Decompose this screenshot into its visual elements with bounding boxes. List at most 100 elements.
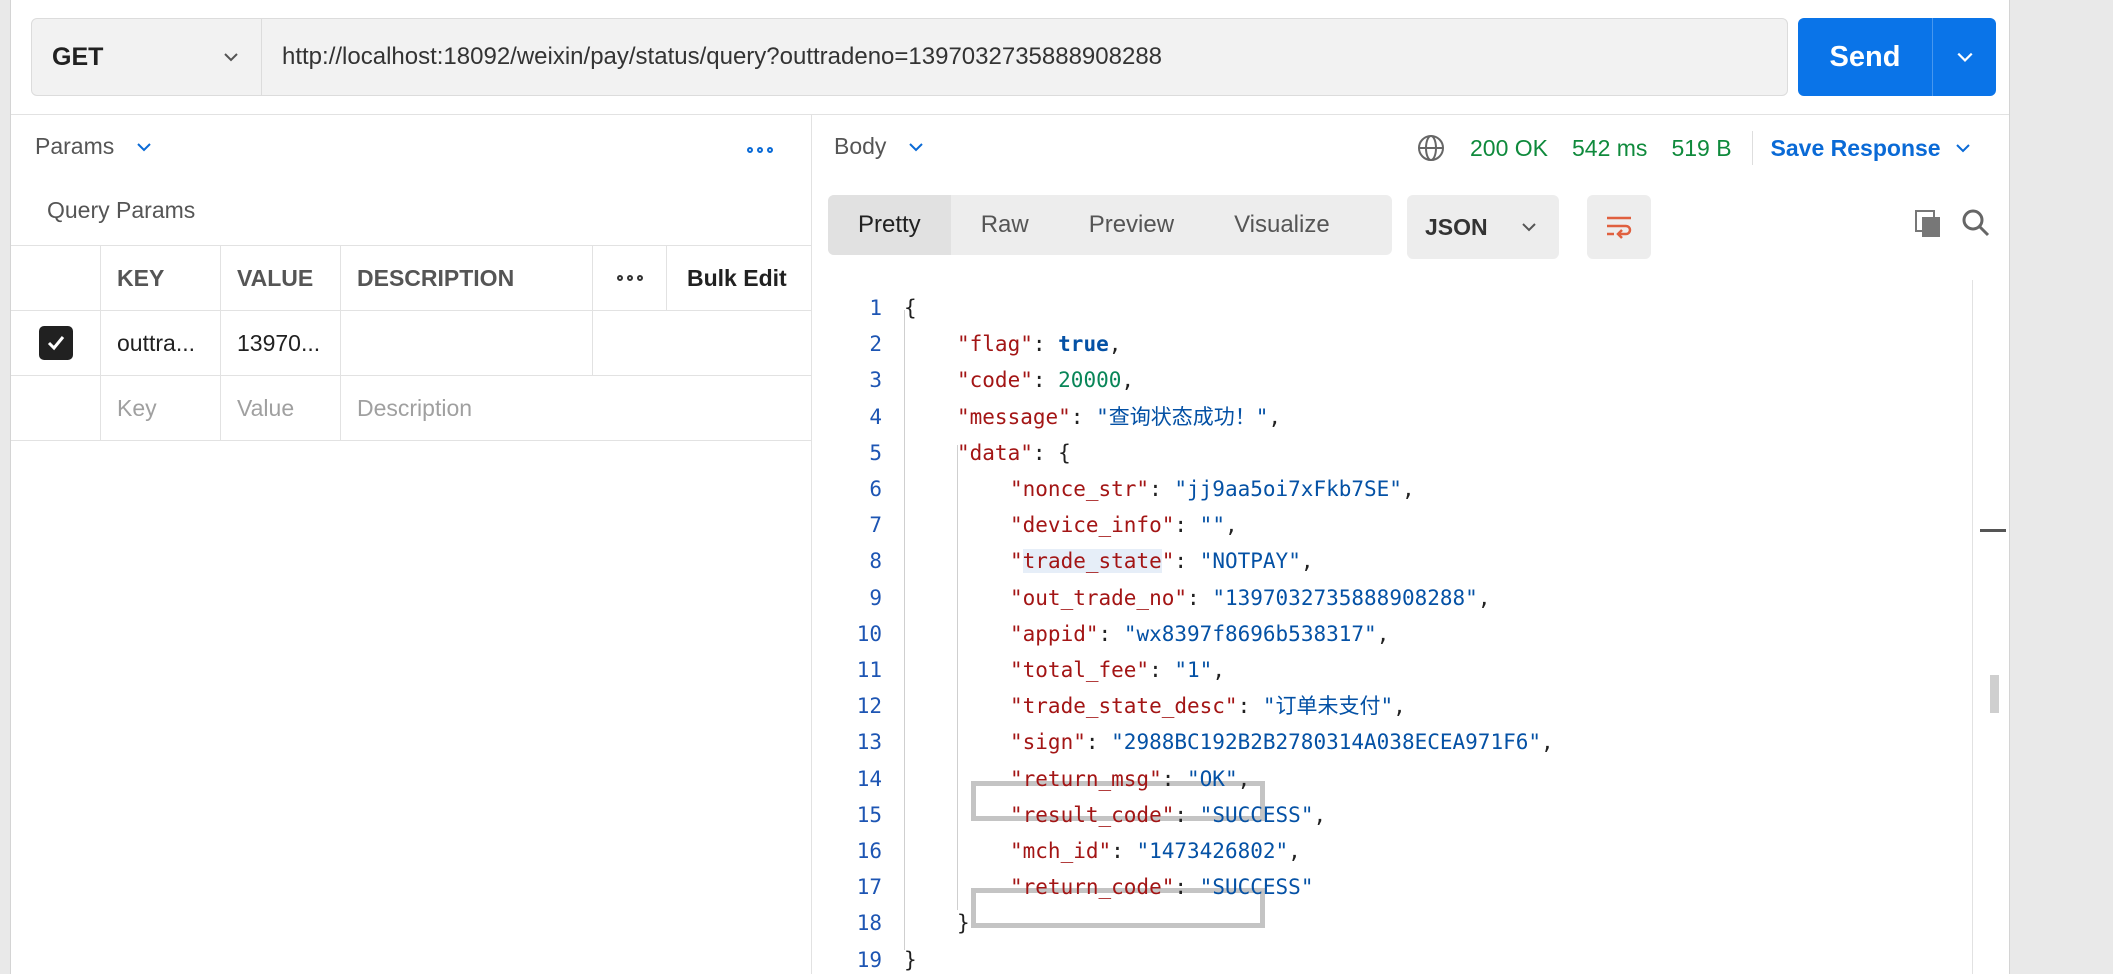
format-select[interactable]: JSON xyxy=(1407,195,1559,259)
code-content: "return_code": "SUCCESS" xyxy=(1010,875,1314,900)
code-content: "sign": "2988BC192B2B2780314A038ECEA971F… xyxy=(1010,730,1554,755)
code-line: 14 "return_msg": "OK", xyxy=(812,761,1962,797)
scrollbar-thumb[interactable] xyxy=(1990,675,1999,713)
status-code[interactable]: 200 OK xyxy=(1470,135,1548,162)
code-content: "return_msg": "OK", xyxy=(1010,766,1251,791)
code-line: 6 "nonce_str": "jj9aa5oi7xFkb7SE", xyxy=(812,471,1962,507)
chevron-down-icon xyxy=(224,53,238,62)
column-options-icon[interactable] xyxy=(593,246,667,310)
code-content: "trade_state_desc": "订单未支付", xyxy=(1010,694,1406,719)
wrap-lines-icon xyxy=(1607,216,1632,239)
code-line: 11 "total_fee": "1", xyxy=(812,652,1962,688)
code-content: "nonce_str": "jj9aa5oi7xFkb7SE", xyxy=(1010,477,1415,501)
code-content: "mch_id": "1473426802", xyxy=(1010,839,1301,863)
response-time[interactable]: 542 ms xyxy=(1572,135,1647,162)
tab-visualize[interactable]: Visualize xyxy=(1204,195,1360,255)
line-number: 10 xyxy=(856,621,882,646)
send-button[interactable]: Send xyxy=(1798,18,1996,96)
line-number: 5 xyxy=(869,440,882,465)
tab-pretty[interactable]: Pretty xyxy=(828,195,951,255)
postman-window: GET Send Params Query Params KEY VALUE D… xyxy=(10,0,2010,974)
response-body-editor[interactable]: 1 {2 "flag": true, 3 "code": 20000, 4 "message… xyxy=(812,280,1972,974)
line-number: 3 xyxy=(869,368,882,393)
line-number: 12 xyxy=(856,694,882,719)
code-content: "message": "查询状态成功！", xyxy=(957,404,1282,429)
format-label: JSON xyxy=(1425,213,1488,240)
param-description[interactable] xyxy=(341,311,593,375)
code-line: 18} xyxy=(812,905,1962,941)
request-pane: Params Query Params KEY VALUE DESCRIPTIO… xyxy=(11,115,812,974)
line-number: 8 xyxy=(869,549,882,574)
line-number: 1 xyxy=(869,296,882,320)
method-label: GET xyxy=(52,42,104,71)
chevron-down-icon xyxy=(1522,223,1536,232)
param-value[interactable]: 13970... xyxy=(221,311,341,375)
code-content: "appid": "wx8397f8696b538317", xyxy=(1010,621,1390,646)
view-mode-tabs: Pretty Raw Preview Visualize xyxy=(828,195,1392,255)
response-meta: 200 OK 542 ms 519 B Save Response xyxy=(1416,131,1971,165)
code-content: "total_fee": "1", xyxy=(1010,658,1225,682)
line-number: 15 xyxy=(856,802,882,827)
wrap-lines-button[interactable] xyxy=(1587,195,1651,259)
code-line: 19} xyxy=(812,942,1962,974)
save-response-button[interactable]: Save Response xyxy=(1771,135,1971,162)
body-tab[interactable]: Body xyxy=(834,133,924,160)
search-icon[interactable] xyxy=(1960,207,1992,239)
code-content: "data": { xyxy=(957,440,1071,465)
checkmark-icon xyxy=(38,326,73,360)
code-content: "flag": true, xyxy=(957,332,1122,357)
section-title: Query Params xyxy=(47,197,196,223)
save-response-label: Save Response xyxy=(1770,134,1941,161)
tab-raw[interactable]: Raw xyxy=(951,195,1059,255)
more-options-icon[interactable] xyxy=(747,147,773,153)
line-number: 13 xyxy=(856,730,882,755)
column-header-description: DESCRIPTION xyxy=(341,246,593,310)
scrollbar-track[interactable] xyxy=(1972,280,1973,974)
table-row-new: Key Value Description xyxy=(11,376,811,441)
description-input[interactable]: Description xyxy=(341,376,593,440)
code-line: 7 "device_info": "", xyxy=(812,507,1962,543)
params-label: Params xyxy=(35,133,115,159)
value-input[interactable]: Value xyxy=(221,376,341,440)
row-checkbox[interactable] xyxy=(11,311,101,375)
method-select[interactable]: GET xyxy=(32,19,262,95)
code-line: 9 "out_trade_no": "1397032735888908288", xyxy=(812,580,1962,616)
send-options-button[interactable] xyxy=(1932,18,1996,96)
copy-icon[interactable] xyxy=(1912,207,1944,239)
line-number: 18 xyxy=(856,911,882,936)
code-content: "device_info": "", xyxy=(1010,513,1238,538)
bulk-edit-button[interactable]: Bulk Edit xyxy=(667,246,811,310)
url-input[interactable] xyxy=(262,19,1787,95)
code-content: { xyxy=(904,296,917,320)
code-line: 13 "sign": "2988BC192B2B2780314A038ECEA97… xyxy=(812,724,1962,760)
param-key[interactable]: outtra... xyxy=(101,311,221,375)
tab-preview[interactable]: Preview xyxy=(1059,195,1204,255)
body-label: Body xyxy=(834,133,887,159)
code-line: 8 "trade_state": "NOTPAY", xyxy=(812,543,1962,579)
code-line: 3 "code": 20000, xyxy=(812,362,1962,398)
chevron-down-icon xyxy=(137,142,151,151)
code-content: } xyxy=(904,947,917,972)
chevron-down-icon xyxy=(909,142,924,151)
code-content: "result_code": "SUCCESS", xyxy=(1010,802,1327,827)
params-table: KEY VALUE DESCRIPTION Bulk Edit outtra..… xyxy=(11,245,811,441)
params-tab[interactable]: Params xyxy=(35,133,152,160)
line-number: 2 xyxy=(869,332,882,357)
line-number: 9 xyxy=(869,585,882,610)
scroll-marker xyxy=(1980,529,2006,532)
column-header-value: VALUE xyxy=(221,246,341,310)
code-line: 17 "return_code": "SUCCESS" xyxy=(812,869,1962,905)
key-input[interactable]: Key xyxy=(101,376,221,440)
code-line: 5 "data": { xyxy=(812,435,1962,471)
globe-icon[interactable] xyxy=(1416,133,1446,163)
code-line: 10 "appid": "wx8397f8696b538317", xyxy=(812,616,1962,652)
table-header: KEY VALUE DESCRIPTION Bulk Edit xyxy=(11,246,811,311)
response-pane: Body 200 OK 542 ms 519 B Save Response P… xyxy=(812,115,2009,974)
response-size[interactable]: 519 B xyxy=(1671,135,1731,162)
code-line: 2 "flag": true, xyxy=(812,326,1962,362)
table-row: outtra... 13970... xyxy=(11,311,811,376)
line-number: 4 xyxy=(869,404,882,429)
request-bar: GET xyxy=(31,18,1788,96)
chevron-down-icon xyxy=(1956,52,1973,62)
line-number: 11 xyxy=(856,658,882,682)
